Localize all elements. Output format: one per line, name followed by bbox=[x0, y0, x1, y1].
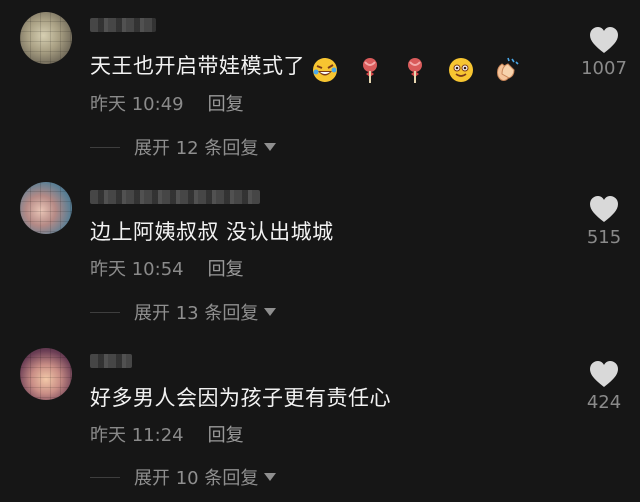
timestamp: 昨天 10:54 bbox=[90, 259, 184, 280]
avatar[interactable] bbox=[20, 182, 72, 234]
lollipop-emoji bbox=[363, 58, 378, 83]
reply-button[interactable]: 回复 bbox=[208, 94, 244, 115]
comment-text: 天王也开启带娃模式了 bbox=[90, 50, 530, 84]
comment-item: 好多男人会因为孩子更有责任心 昨天 11:24 回复 展开 10 条回复 424 bbox=[0, 336, 640, 502]
username-blurred[interactable] bbox=[90, 190, 260, 204]
reply-button[interactable]: 回复 bbox=[208, 425, 244, 446]
like-button[interactable]: 515 bbox=[578, 195, 630, 248]
heart-icon bbox=[590, 196, 618, 222]
expand-replies-label: 展开 12 条回复 bbox=[134, 138, 259, 159]
like-button[interactable]: 1007 bbox=[578, 26, 630, 79]
expand-replies-button[interactable]: 展开 10 条回复 bbox=[90, 464, 277, 490]
timestamp: 昨天 11:24 bbox=[90, 425, 184, 446]
expand-replies-label: 展开 13 条回复 bbox=[134, 303, 259, 324]
caret-down-icon bbox=[264, 308, 277, 316]
heart-icon bbox=[590, 27, 618, 53]
comment-meta: 昨天 10:49 回复 bbox=[90, 90, 244, 116]
username-blurred[interactable] bbox=[90, 18, 156, 32]
emoji-row bbox=[311, 56, 530, 84]
expand-replies-button[interactable]: 展开 13 条回复 bbox=[90, 299, 277, 325]
username-blurred[interactable] bbox=[90, 354, 132, 368]
divider-line bbox=[90, 146, 120, 148]
clapping-hands-emoji bbox=[496, 57, 519, 81]
like-count: 424 bbox=[586, 392, 622, 413]
comment-meta: 昨天 10:54 回复 bbox=[90, 255, 244, 281]
expand-replies-button[interactable]: 展开 12 条回复 bbox=[90, 134, 277, 160]
smiling-face-emoji bbox=[448, 58, 473, 82]
comment-text: 好多男人会因为孩子更有责任心 bbox=[90, 386, 391, 410]
divider-line bbox=[90, 311, 120, 313]
like-count: 515 bbox=[586, 227, 622, 248]
expand-replies-label: 展开 10 条回复 bbox=[134, 468, 259, 489]
caret-down-icon bbox=[264, 473, 277, 481]
avatar[interactable] bbox=[20, 348, 72, 400]
reply-button[interactable]: 回复 bbox=[208, 259, 244, 280]
caret-down-icon bbox=[264, 143, 277, 151]
like-button[interactable]: 424 bbox=[578, 360, 630, 413]
avatar[interactable] bbox=[20, 12, 72, 64]
heart-icon bbox=[590, 361, 618, 387]
like-count: 1007 bbox=[581, 58, 627, 79]
comment-item: 边上阿姨叔叔 没认出城城 昨天 10:54 回复 展开 13 条回复 515 bbox=[0, 168, 640, 334]
rofl-emoji bbox=[313, 58, 337, 82]
lollipop-emoji bbox=[408, 58, 423, 83]
comment-meta: 昨天 11:24 回复 bbox=[90, 421, 244, 447]
timestamp: 昨天 10:49 bbox=[90, 94, 184, 115]
divider-line bbox=[90, 476, 120, 478]
comment-item: 天王也开启带娃模式了 昨天 10:49 回复 展开 12 条回复 1007 bbox=[0, 0, 640, 166]
comment-text: 边上阿姨叔叔 没认出城城 bbox=[90, 220, 334, 244]
